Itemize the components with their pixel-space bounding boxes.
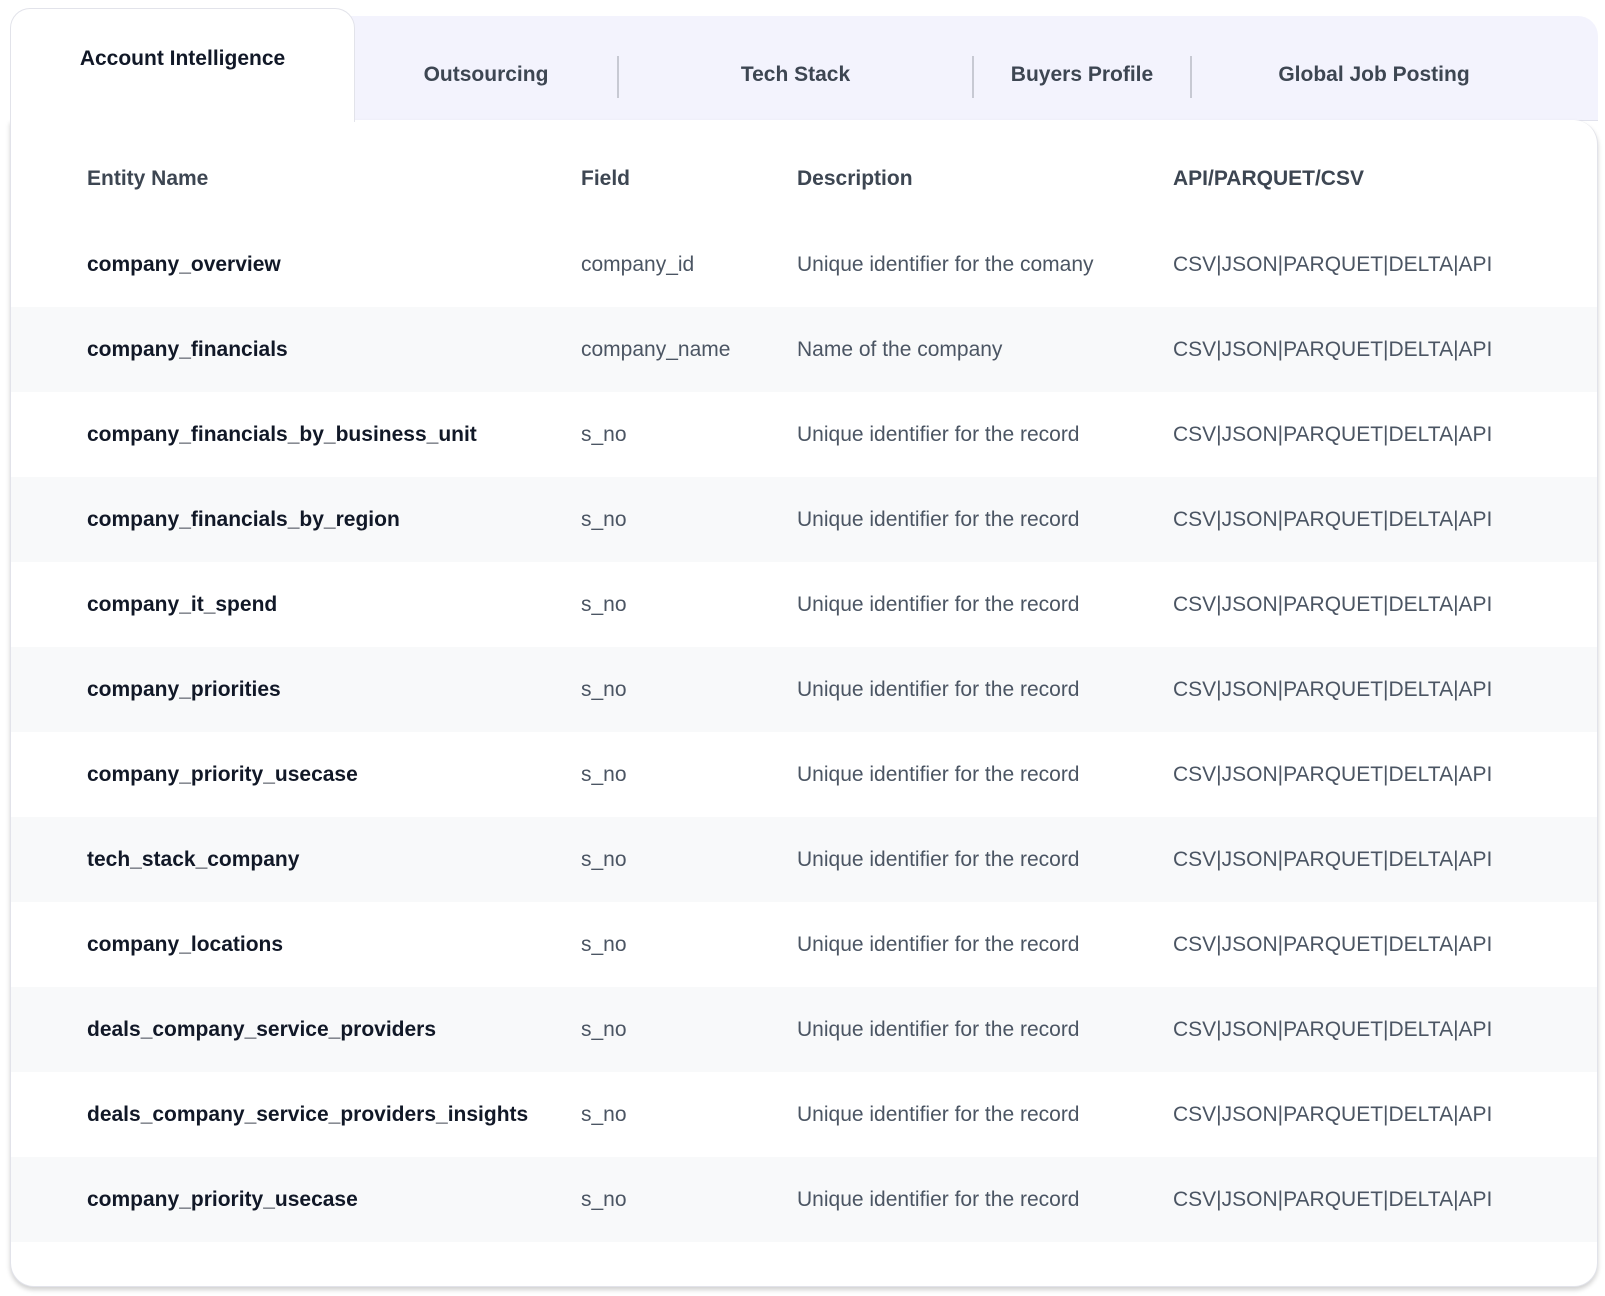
tab-buyers-profile[interactable]: Buyers Profile xyxy=(974,16,1190,120)
description-cell: Unique identifier for the record xyxy=(797,848,1080,871)
description-cell: Unique identifier for the record xyxy=(797,1018,1080,1041)
table-row: company_financials company_name Name of th… xyxy=(11,307,1597,392)
table-card: Entity Name Field Description API/PARQUE… xyxy=(10,120,1598,1287)
description-cell: Unique identifier for the record xyxy=(797,508,1080,531)
table-row: company_priority_usecase s_no Unique ident… xyxy=(11,1157,1597,1242)
table-row: company_priorities s_no Unique identifier … xyxy=(11,647,1597,732)
tab-account-intelligence[interactable]: Account Intelligence xyxy=(10,8,355,122)
format-cell: CSV|JSON|PARQUET|DELTA|API xyxy=(1173,253,1493,276)
description-cell: Unique identifier for the record xyxy=(797,1103,1080,1126)
field-cell: s_no xyxy=(581,933,627,956)
tab-label: Account Intelligence xyxy=(79,46,286,70)
entity-name-cell: deals_company_service_providers xyxy=(87,1018,437,1041)
column-header-description: Description xyxy=(797,167,913,190)
description-cell: Unique identifier for the record xyxy=(797,933,1080,956)
table-row: deals_company_service_providers_insights… xyxy=(11,1072,1597,1157)
table-row: company_financials_by_business_unit s_no U… xyxy=(11,392,1597,477)
entity-name-cell: tech_stack_company xyxy=(87,848,300,871)
description-cell: Unique identifier for the record xyxy=(797,678,1080,701)
entity-name-cell: deals_company_service_providers_insights xyxy=(87,1103,529,1126)
tab-label: Global Job Posting xyxy=(1278,63,1470,86)
table-row: deals_company_service_providers s_no Uniqu… xyxy=(11,987,1597,1072)
description-cell: Unique identifier for the record xyxy=(797,763,1080,786)
format-cell: CSV|JSON|PARQUET|DELTA|API xyxy=(1173,1103,1493,1126)
description-cell: Name of the company xyxy=(797,338,1003,361)
format-cell: CSV|JSON|PARQUET|DELTA|API xyxy=(1173,338,1493,361)
table-row: company_it_spend s_no Unique identifier fo… xyxy=(11,562,1597,647)
field-cell: company_name xyxy=(581,338,731,361)
field-cell: s_no xyxy=(581,508,627,531)
field-cell: s_no xyxy=(581,1188,627,1211)
description-cell: Unique identifier for the record xyxy=(797,423,1080,446)
description-cell: Unique identifier for the record xyxy=(797,1188,1080,1211)
format-cell: CSV|JSON|PARQUET|DELTA|API xyxy=(1173,848,1493,871)
description-cell: Unique identifier for the record xyxy=(797,593,1080,616)
format-cell: CSV|JSON|PARQUET|DELTA|API xyxy=(1173,1188,1493,1211)
tab-outsourcing[interactable]: Outsourcing xyxy=(355,16,617,120)
field-cell: s_no xyxy=(581,423,627,446)
entity-name-cell: company_financials_by_business_unit xyxy=(87,423,477,446)
data-dictionary-panel: Account Intelligence Outsourcing Tech St… xyxy=(10,8,1598,1287)
format-cell: CSV|JSON|PARQUET|DELTA|API xyxy=(1173,1018,1493,1041)
field-cell: s_no xyxy=(581,848,627,871)
field-cell: s_no xyxy=(581,1018,627,1041)
tab-tech-stack[interactable]: Tech Stack xyxy=(619,16,972,120)
format-cell: CSV|JSON|PARQUET|DELTA|API xyxy=(1173,678,1493,701)
entity-name-cell: company_overview xyxy=(87,253,281,276)
format-cell: CSV|JSON|PARQUET|DELTA|API xyxy=(1173,763,1493,786)
tab-label: Outsourcing xyxy=(423,63,549,86)
table-row: company_overview company_id Unique identif… xyxy=(11,222,1597,307)
field-cell: s_no xyxy=(581,763,627,786)
table-row: company_financials_by_region s_no Unique i… xyxy=(11,477,1597,562)
entity-name-cell: company_priority_usecase xyxy=(87,1188,358,1211)
tab-label: Buyers Profile xyxy=(1010,63,1154,86)
entity-name-cell: company_locations xyxy=(87,933,284,956)
entity-name-cell: company_priorities xyxy=(87,678,281,701)
field-cell: s_no xyxy=(581,1103,627,1126)
entity-table: Entity Name Field Description API/PARQUE… xyxy=(11,136,1597,1242)
entity-name-cell: company_financials_by_region xyxy=(87,508,400,531)
entity-name-cell: company_priority_usecase xyxy=(87,763,358,786)
field-cell: company_id xyxy=(581,253,695,276)
format-cell: CSV|JSON|PARQUET|DELTA|API xyxy=(1173,423,1493,446)
entity-name-cell: company_it_spend xyxy=(87,593,278,616)
format-cell: CSV|JSON|PARQUET|DELTA|API xyxy=(1173,933,1493,956)
format-cell: CSV|JSON|PARQUET|DELTA|API xyxy=(1173,593,1493,616)
table-row: company_locations s_no Unique identifier f… xyxy=(11,902,1597,987)
column-header-entity-name: Entity Name xyxy=(87,167,209,190)
tab-global-job-posting[interactable]: Global Job Posting xyxy=(1192,16,1556,120)
field-cell: s_no xyxy=(581,593,627,616)
column-header-field: Field xyxy=(581,167,631,190)
description-cell: Unique identifier for the comany xyxy=(797,253,1094,276)
column-header-format: API/PARQUET/CSV xyxy=(1173,167,1364,190)
field-cell: s_no xyxy=(581,678,627,701)
format-cell: CSV|JSON|PARQUET|DELTA|API xyxy=(1173,508,1493,531)
table-row: tech_stack_company s_no Unique identifier … xyxy=(11,817,1597,902)
tab-label: Tech Stack xyxy=(740,63,851,86)
table-row: company_priority_usecase s_no Unique ident… xyxy=(11,732,1597,817)
entity-name-cell: company_financials xyxy=(87,338,288,361)
table-body: company_overview company_id Unique identif… xyxy=(11,222,1597,1242)
table-header-row: Entity Name Field Description API/PARQUE… xyxy=(11,136,1597,222)
